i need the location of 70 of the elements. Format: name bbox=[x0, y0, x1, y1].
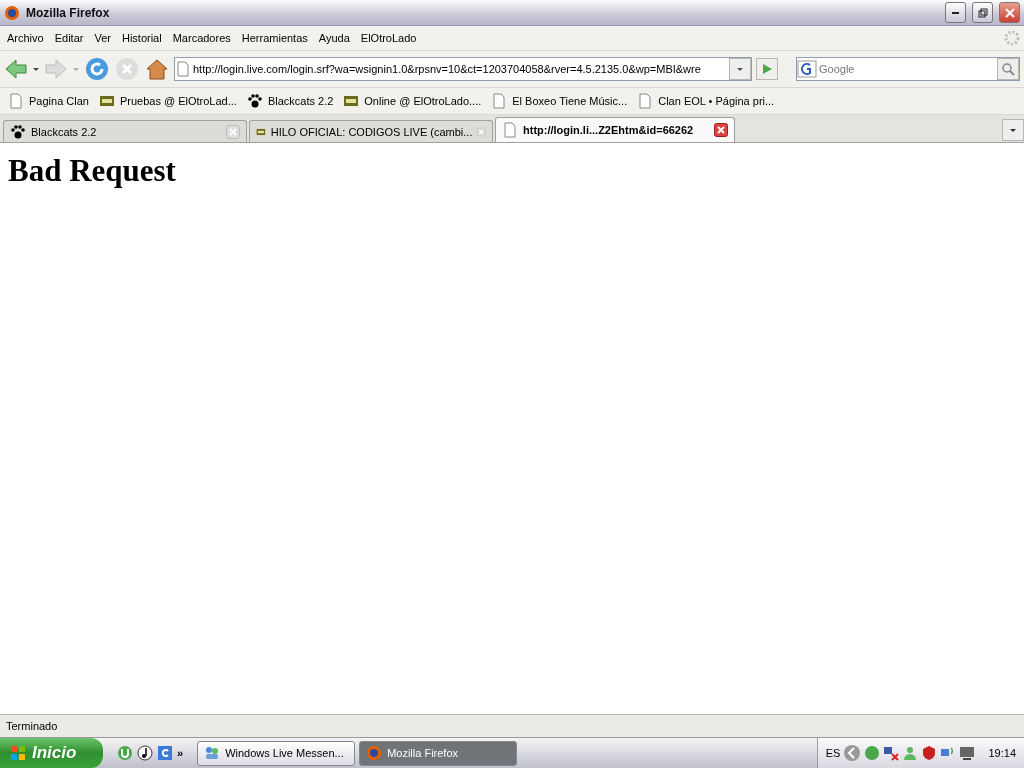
tab-label: http://login.li...Z2Ehtm&id=66262 bbox=[523, 124, 695, 136]
bookmark-link[interactable]: El Boxeo Tiene Músic... bbox=[487, 93, 632, 109]
firefox-icon bbox=[366, 745, 383, 761]
tab-label: Blackcats 2.2 bbox=[31, 125, 98, 138]
menu-item[interactable]: Ver bbox=[90, 32, 118, 44]
dropdown-button[interactable] bbox=[729, 58, 751, 80]
menu-item[interactable]: ElOtroLado bbox=[356, 32, 424, 44]
browser-tab[interactable]: http://login.li...Z2Ehtm&id=66262 bbox=[495, 117, 735, 142]
paw-icon bbox=[246, 93, 263, 109]
window-title: Mozilla Firefox bbox=[26, 5, 111, 20]
network-error-icon[interactable] bbox=[883, 745, 900, 761]
browser-tab[interactable]: Blackcats 2.2 bbox=[3, 120, 247, 142]
menu-item[interactable]: Marcadores bbox=[168, 32, 238, 44]
taskbar-button[interactable]: Windows Live Messen... bbox=[197, 740, 356, 766]
bookmark-link[interactable]: Online @ ElOtroLado.... bbox=[339, 95, 486, 107]
browser-icon[interactable] bbox=[157, 745, 173, 761]
windows-logo-icon bbox=[10, 745, 26, 761]
google-icon bbox=[797, 60, 817, 78]
minimize-button[interactable] bbox=[945, 2, 966, 23]
menu-item[interactable]: Archivo bbox=[3, 32, 51, 44]
eol-logo-icon bbox=[98, 95, 115, 107]
page-icon bbox=[8, 93, 24, 109]
page-heading: Bad Request bbox=[8, 153, 177, 189]
go-button[interactable] bbox=[756, 58, 778, 80]
language-indicator[interactable]: ES bbox=[825, 747, 841, 759]
search-button[interactable] bbox=[997, 58, 1019, 80]
music-note-icon[interactable] bbox=[137, 745, 153, 761]
paw-icon bbox=[10, 123, 26, 140]
page-icon bbox=[491, 93, 508, 109]
restore-icon bbox=[977, 7, 988, 18]
browser-tab[interactable]: HILO OFICIAL: CODIGOS LIVE (cambi... bbox=[249, 120, 493, 142]
caret-icon bbox=[736, 65, 744, 73]
tab-list-button[interactable] bbox=[1002, 119, 1024, 141]
monitor-icon[interactable] bbox=[959, 745, 976, 761]
people-icon bbox=[204, 745, 221, 761]
page-icon bbox=[175, 61, 191, 77]
taskbar-button[interactable]: Mozilla Firefox bbox=[359, 740, 518, 766]
page-icon bbox=[637, 93, 654, 109]
menu-item[interactable]: Herramientas bbox=[237, 32, 315, 44]
address-text: http://login.live.com/login.srf?wa=wsignin1.0&rpsnv=10&ct=1203704058&rver=4.5.2135.0&wp=MBI&wre bbox=[192, 63, 702, 75]
status-text: Terminado bbox=[6, 720, 58, 732]
close-button[interactable] bbox=[999, 2, 1020, 23]
throbber-icon bbox=[1003, 29, 1021, 47]
search-icon bbox=[1001, 62, 1015, 76]
shield-icon[interactable] bbox=[921, 745, 938, 761]
reload-icon[interactable] bbox=[84, 56, 110, 82]
address-field[interactable]: http://login.live.com/login.srf?wa=wsignin1.0&rpsnv=10&ct=1203704058&rver=4.5.2135.0&wp=MBI&wre bbox=[174, 57, 752, 81]
menu-item[interactable]: Editar bbox=[50, 32, 91, 44]
caret-icon bbox=[1009, 126, 1017, 134]
clock: 19:14 bbox=[988, 747, 1016, 759]
bookmark-link[interactable]: Clan EOL • Página pri... bbox=[633, 93, 779, 109]
restore-button[interactable] bbox=[972, 2, 993, 23]
bookmark-link[interactable]: Blackcats 2.2 bbox=[242, 93, 338, 109]
close-icon[interactable] bbox=[714, 123, 728, 137]
page-icon bbox=[502, 122, 518, 138]
start-button[interactable]: Inicio bbox=[0, 738, 103, 768]
play-icon bbox=[760, 62, 774, 76]
firefox-icon bbox=[4, 4, 20, 21]
menu-item[interactable]: Historial bbox=[117, 32, 169, 44]
eol-logo-icon bbox=[343, 95, 360, 107]
dropdown-arrow-icon[interactable] bbox=[32, 65, 40, 73]
search-field[interactable]: Google bbox=[796, 57, 1020, 81]
menu-item[interactable]: Ayuda bbox=[314, 32, 357, 44]
close-icon bbox=[1003, 6, 1016, 19]
minimize-icon bbox=[952, 11, 959, 14]
tab-label: HILO OFICIAL: CODIGOS LIVE (cambi... bbox=[270, 125, 473, 138]
bookmark-link[interactable]: Pagina Clan bbox=[4, 93, 93, 109]
chevron-left-icon[interactable] bbox=[843, 744, 862, 762]
bookmark-link[interactable]: Pruebas @ ElOtroLad... bbox=[94, 95, 241, 107]
more-button[interactable]: » bbox=[177, 747, 184, 759]
